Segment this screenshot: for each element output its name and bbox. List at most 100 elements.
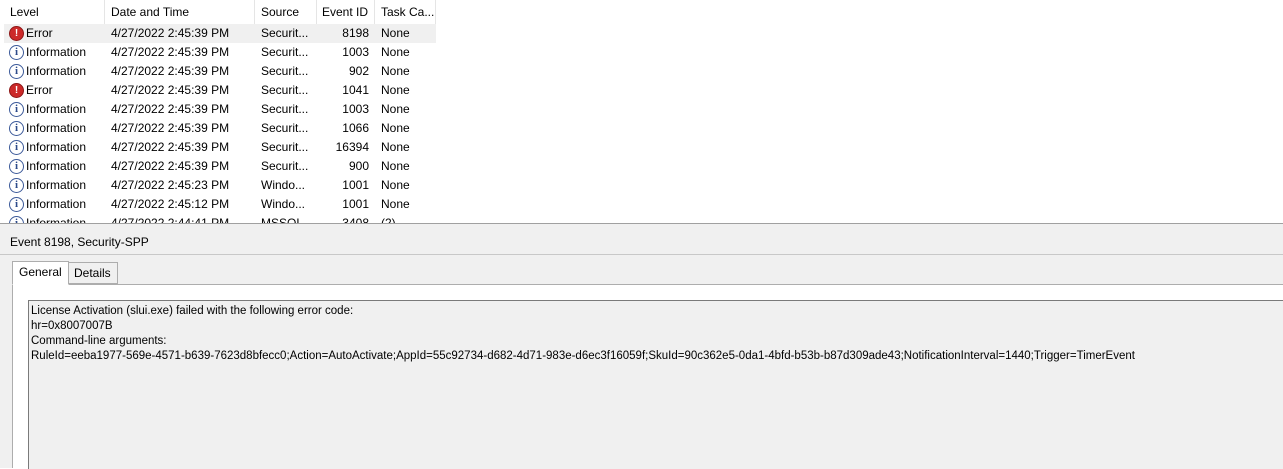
event-level-cell: i Information	[9, 138, 105, 157]
event-level-label: Information	[26, 102, 87, 116]
column-header-event-id[interactable]: Event ID	[317, 0, 375, 24]
event-id-cell: 8198	[342, 26, 369, 40]
event-task-cell: None	[381, 178, 410, 192]
event-task-cell: None	[381, 45, 410, 59]
event-level-cell: i Information	[9, 43, 105, 62]
event-row[interactable]: i Information 4/27/2022 2:45:12 PM Windo...…	[4, 195, 436, 214]
event-level-cell: i Information	[9, 62, 105, 81]
info-icon: i	[9, 197, 24, 212]
event-date-cell: 4/27/2022 2:45:39 PM	[111, 140, 230, 154]
event-id-cell: 1066	[342, 121, 369, 135]
event-id-cell: 3408	[342, 216, 369, 223]
event-level-cell: i Information	[9, 214, 105, 223]
info-icon: i	[9, 216, 24, 223]
event-row[interactable]: i Information 4/27/2022 2:45:39 PM Securit.…	[4, 100, 436, 119]
tab-general[interactable]: General	[12, 261, 69, 285]
info-icon: i	[9, 140, 24, 155]
event-date-cell: 4/27/2022 2:45:12 PM	[111, 197, 230, 211]
info-icon: i	[9, 121, 24, 136]
event-task-cell: (2)	[381, 216, 396, 223]
event-level-cell: ! Error	[9, 81, 105, 100]
column-header-level[interactable]: Level	[4, 0, 105, 24]
event-task-cell: None	[381, 159, 410, 173]
event-id-cell: 900	[348, 159, 369, 173]
event-row[interactable]: i Information 4/27/2022 2:45:39 PM Securit.…	[4, 119, 436, 138]
event-source-cell: Securit...	[261, 140, 309, 154]
event-date-cell: 4/27/2022 2:45:39 PM	[111, 159, 230, 173]
event-source-cell: Securit...	[261, 159, 309, 173]
event-level-label: Error	[26, 26, 53, 40]
event-row[interactable]: ! Error 4/27/2022 2:45:39 PM Securit... 8198…	[4, 24, 436, 43]
event-level-cell: i Information	[9, 195, 105, 214]
event-list-header: Level Date and Time Source Event ID Task…	[0, 0, 436, 24]
event-source-cell: Securit...	[261, 121, 309, 135]
event-level-label: Information	[26, 178, 87, 192]
event-message-line: RuleId=eeba1977-569e-4571-b639-7623d8bfe…	[31, 350, 1135, 362]
general-tab-panel: License Activation (slui.exe) failed wit…	[12, 284, 1283, 469]
event-source-cell: Windo...	[261, 178, 306, 192]
event-level-label: Information	[26, 197, 87, 211]
info-icon: i	[9, 64, 24, 79]
event-level-label: Information	[26, 216, 87, 223]
column-header-date-time[interactable]: Date and Time	[105, 0, 255, 24]
info-icon: i	[9, 178, 24, 193]
event-task-cell: None	[381, 64, 410, 78]
event-row[interactable]: i Information 4/27/2022 2:45:39 PM Securit.…	[4, 43, 436, 62]
event-source-cell: Securit...	[261, 102, 309, 116]
event-detail-title: Event 8198, Security-SPP	[0, 231, 1283, 255]
event-id-cell: 1041	[342, 83, 369, 97]
event-date-cell: 4/27/2022 2:45:39 PM	[111, 83, 230, 97]
event-level-cell: i Information	[9, 119, 105, 138]
info-icon: i	[9, 102, 24, 117]
event-level-label: Information	[26, 121, 87, 135]
event-row[interactable]: i Information 4/27/2022 2:45:23 PM Windo...…	[4, 176, 436, 195]
event-id-cell: 1003	[342, 102, 369, 116]
event-message-line: hr=0x8007007B	[31, 320, 113, 332]
event-list[interactable]: Level Date and Time Source Event ID Task…	[0, 0, 1283, 223]
event-id-cell: 1003	[342, 45, 369, 59]
event-date-cell: 4/27/2022 2:45:39 PM	[111, 26, 230, 40]
event-task-cell: None	[381, 140, 410, 154]
event-id-cell: 1001	[342, 197, 369, 211]
event-message-box[interactable]: License Activation (slui.exe) failed wit…	[28, 300, 1283, 469]
event-date-cell: 4/27/2022 2:44:41 PM	[111, 216, 230, 223]
event-level-cell: ! Error	[9, 24, 105, 43]
event-row[interactable]: ! Error 4/27/2022 2:45:39 PM Securit... 1041…	[4, 81, 436, 100]
event-list-scrollbar[interactable]	[1266, 0, 1283, 223]
event-task-cell: None	[381, 197, 410, 211]
event-task-cell: None	[381, 121, 410, 135]
event-date-cell: 4/27/2022 2:45:39 PM	[111, 121, 230, 135]
column-header-source[interactable]: Source	[255, 0, 317, 24]
event-level-cell: i Information	[9, 157, 105, 176]
tab-details[interactable]: Details	[67, 262, 118, 284]
event-source-cell: MSSQL...	[261, 216, 314, 223]
event-level-label: Information	[26, 159, 87, 173]
event-id-cell: 902	[348, 64, 369, 78]
event-date-cell: 4/27/2022 2:45:39 PM	[111, 102, 230, 116]
event-id-cell: 1001	[342, 178, 369, 192]
event-row[interactable]: i Information 4/27/2022 2:44:41 PM MSSQL...…	[4, 214, 436, 223]
event-level-label: Error	[26, 83, 53, 97]
event-source-cell: Securit...	[261, 64, 309, 78]
event-level-cell: i Information	[9, 100, 105, 119]
event-message-line: License Activation (slui.exe) failed wit…	[31, 305, 354, 317]
event-date-cell: 4/27/2022 2:45:39 PM	[111, 64, 230, 78]
event-source-cell: Securit...	[261, 26, 309, 40]
event-message-line: Command-line arguments:	[31, 335, 167, 347]
event-level-label: Information	[26, 140, 87, 154]
event-detail-pane: Event 8198, Security-SPP General Details…	[0, 231, 1283, 469]
event-row[interactable]: i Information 4/27/2022 2:45:39 PM Securit.…	[4, 138, 436, 157]
info-icon: i	[9, 45, 24, 60]
column-header-task-category[interactable]: Task Ca...	[375, 0, 436, 24]
event-row[interactable]: i Information 4/27/2022 2:45:39 PM Securit.…	[4, 157, 436, 176]
event-task-cell: None	[381, 83, 410, 97]
event-level-label: Information	[26, 45, 87, 59]
error-icon: !	[9, 26, 24, 41]
event-row[interactable]: i Information 4/27/2022 2:45:39 PM Securit.…	[4, 62, 436, 81]
event-task-cell: None	[381, 26, 410, 40]
event-level-label: Information	[26, 64, 87, 78]
event-id-cell: 16394	[335, 140, 369, 154]
pane-splitter[interactable]	[0, 223, 1283, 231]
info-icon: i	[9, 159, 24, 174]
event-task-cell: None	[381, 102, 410, 116]
